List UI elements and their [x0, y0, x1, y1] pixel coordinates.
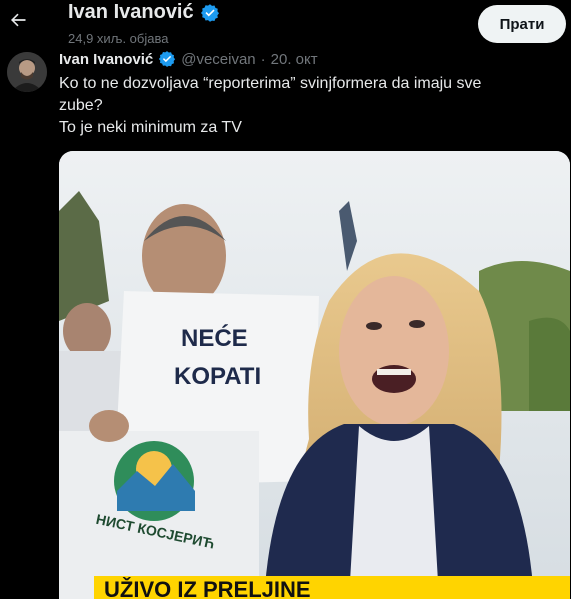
bystander [63, 303, 111, 359]
tweet-handle[interactable]: @veceivan [181, 51, 255, 68]
profile-name: Ivan Ivanović [68, 1, 194, 23]
hand [89, 410, 129, 442]
sign-text-line2: KOPATI [174, 363, 261, 390]
verified-badge-icon [158, 50, 176, 68]
live-banner-text: UŽIVO IZ PRELJINE [104, 577, 311, 599]
tweet-date[interactable]: 20. окт [271, 51, 318, 68]
tweet-text-line: Ko to ne dozvoljava “reporterima” svinjf… [59, 75, 482, 92]
reporter-teeth [377, 369, 411, 375]
tweet-video[interactable]: NEĆE KOPATI НИСТ КОСЈЕРИЋ UŽIVO IZ PRELJ… [59, 151, 570, 599]
reporter-face [339, 276, 449, 426]
tweet-text-line: zube? [59, 97, 103, 114]
avatar[interactable] [7, 52, 47, 92]
sign-text-line1: NEĆE [181, 324, 248, 352]
post-count: 24,9 хиљ. објава [68, 31, 169, 46]
top-bar: Ivan Ivanović 24,9 хиљ. објава Прати [0, 0, 571, 50]
reporter-eye [409, 320, 425, 328]
back-button[interactable] [4, 6, 32, 38]
tweet-header: Ivan Ivanović @veceivan · 20. окт [59, 50, 318, 68]
reporter-shirt [349, 426, 439, 599]
tweet-text: Ko to ne dozvoljava “reporterima” svinjf… [59, 73, 559, 139]
separator-dot: · [260, 50, 266, 68]
tweet-text-line: To je neki minimum za TV [59, 119, 242, 136]
arrow-left-icon [8, 10, 28, 35]
tweet-author-name[interactable]: Ivan Ivanović [59, 51, 153, 68]
follow-button[interactable]: Прати [478, 5, 566, 43]
profile-title: Ivan Ivanović [68, 1, 220, 24]
reporter-eye [366, 322, 382, 330]
verified-badge-icon [200, 3, 220, 23]
tree [529, 317, 570, 411]
